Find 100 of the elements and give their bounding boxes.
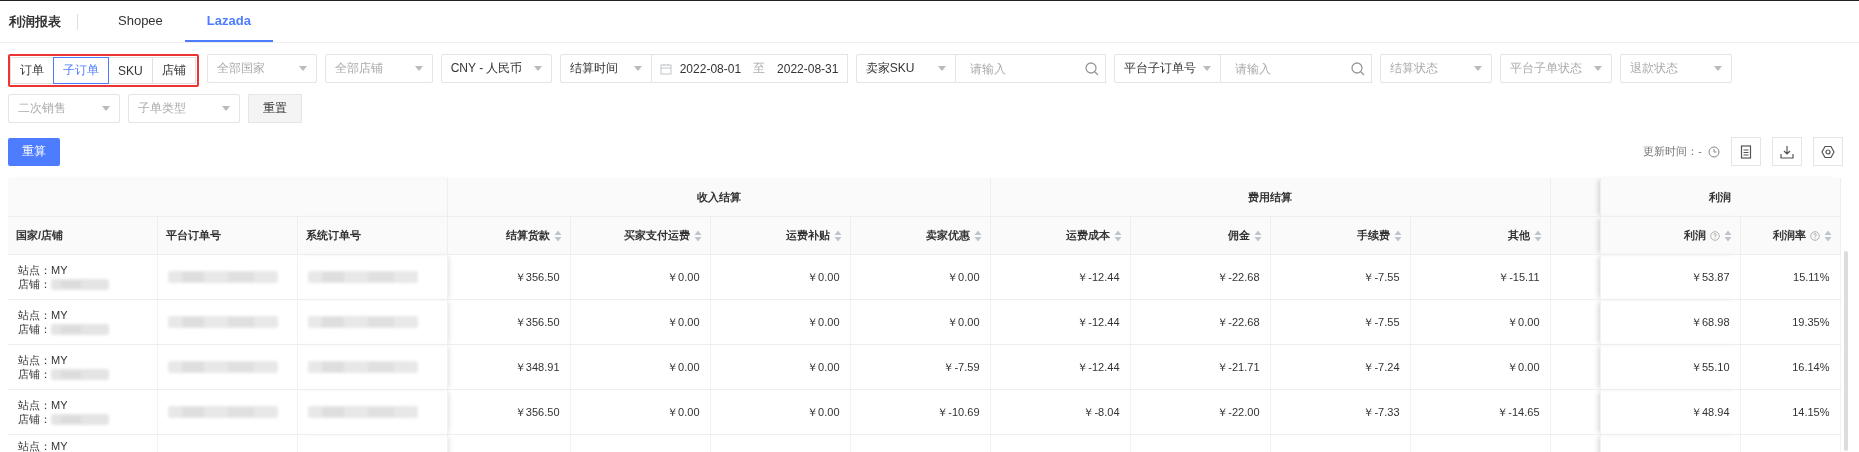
calendar-icon xyxy=(659,62,672,75)
view-toggle[interactable]: 订单 xyxy=(10,57,54,84)
table-cell: ￥348.91 xyxy=(514,360,560,373)
site-text: 站点：MY xyxy=(18,398,69,412)
dropdown[interactable]: 平台子订单号 xyxy=(1113,54,1221,83)
view-toggle[interactable]: 子订单 xyxy=(53,57,109,84)
table-cell: ￥-10.69 xyxy=(937,405,980,418)
clock-icon xyxy=(1708,145,1720,158)
store-label: 店铺： xyxy=(18,277,51,291)
table-cell: ￥-15.11 xyxy=(1498,270,1540,283)
view-toggle[interactable]: 店铺 xyxy=(151,57,196,84)
table-cell: ￥-21.71 xyxy=(1217,360,1260,373)
table-cell: ￥0.00 xyxy=(1507,360,1540,373)
settings-icon xyxy=(1821,144,1835,159)
table-cell: ￥0.00 xyxy=(807,405,840,418)
report-button[interactable] xyxy=(1731,137,1761,166)
table-cell: ￥-7.33 xyxy=(1363,405,1400,418)
caret-icon xyxy=(102,106,110,111)
column-header: 利润 xyxy=(1683,228,1706,243)
settings-button[interactable] xyxy=(1813,137,1843,166)
caret-icon xyxy=(533,66,542,71)
caret-icon xyxy=(937,66,946,71)
sort-icon[interactable] xyxy=(1533,229,1542,242)
sort-icon[interactable] xyxy=(1253,229,1262,242)
search-input[interactable]: 请输入 xyxy=(955,56,1085,81)
search-icon xyxy=(1084,61,1099,76)
sort-icon[interactable] xyxy=(1113,229,1122,242)
range-separator: 至 xyxy=(753,60,766,77)
site-text: 站点：MY xyxy=(18,263,69,277)
table-cell: ￥-7.24 xyxy=(1363,360,1400,373)
table-cell: ￥-22.68 xyxy=(1217,315,1260,328)
table-cell: ￥-14.65 xyxy=(1497,405,1540,418)
table-cell: ￥-12.44 xyxy=(1077,315,1120,328)
table-cell: 19.35% xyxy=(1792,316,1830,328)
table-cell: ￥0.00 xyxy=(667,360,700,373)
search-input[interactable]: 请输入 xyxy=(1220,56,1351,81)
search-field[interactable]: 请输入 xyxy=(1220,54,1372,83)
store-label: 店铺： xyxy=(18,367,51,381)
column-header: 运费成本 xyxy=(1065,228,1110,243)
table-cell: ￥-7.59 xyxy=(943,360,980,373)
caret-icon xyxy=(298,66,307,71)
sort-icon[interactable] xyxy=(693,229,702,242)
platform-tab[interactable]: Lazada xyxy=(184,1,273,42)
table-cell: ￥-22.00 xyxy=(1217,405,1260,418)
column-header: 运费补贴 xyxy=(785,228,830,243)
scrollbar[interactable] xyxy=(1844,251,1848,451)
sort-icon[interactable] xyxy=(973,229,982,242)
caret-icon xyxy=(222,106,230,111)
group-header: 费用结算 xyxy=(1248,190,1292,203)
dropdown[interactable]: CNY - 人民币 xyxy=(440,54,552,83)
sort-icon[interactable] xyxy=(553,229,562,242)
reset-button[interactable]: 重置 xyxy=(248,94,302,123)
table-cell: ￥-12.44 xyxy=(1077,360,1120,373)
column-header: 国家/店铺 xyxy=(16,228,64,243)
caret-icon xyxy=(633,66,642,71)
dropdown[interactable]: 结算时间 xyxy=(559,54,652,83)
sort-icon[interactable] xyxy=(1393,229,1402,242)
dropdown[interactable]: 卖家SKU xyxy=(855,54,956,83)
caret-icon xyxy=(1473,66,1482,71)
table-cell: ￥0.00 xyxy=(807,360,840,373)
table-cell: ￥356.50 xyxy=(514,405,560,418)
table-cell: ￥-7.55 xyxy=(1363,315,1400,328)
caret-icon xyxy=(1202,66,1211,71)
view-toggle[interactable]: SKU xyxy=(108,57,153,84)
table-cell: ￥-8.04 xyxy=(1083,405,1120,418)
table-cell: ￥0.00 xyxy=(667,405,700,418)
site-text: 站点：MY xyxy=(18,439,69,452)
download-icon xyxy=(1780,144,1794,159)
column-header: 系统订单号 xyxy=(305,228,361,243)
sort-icon[interactable] xyxy=(833,229,842,242)
group-header: 收入结算 xyxy=(696,190,741,203)
table-cell: 14.15% xyxy=(1792,406,1830,418)
table-cell: ￥0.00 xyxy=(807,315,840,328)
document-icon xyxy=(1740,144,1752,159)
table-cell: ￥-22.68 xyxy=(1217,270,1260,283)
caret-icon xyxy=(1593,66,1602,71)
column-header: 佣金 xyxy=(1227,228,1250,243)
page-title: 利润报表 xyxy=(9,12,61,31)
help-icon xyxy=(1809,230,1820,241)
update-time: 更新时间：- xyxy=(1643,144,1702,159)
date-range-field[interactable]: 2022-08-01 至 2022-08-31 xyxy=(651,54,848,83)
site-text: 站点：MY xyxy=(18,353,69,367)
table-cell: 15.11% xyxy=(1793,271,1830,283)
column-header: 利润率 xyxy=(1772,228,1806,243)
table-cell: ￥0.00 xyxy=(947,270,980,283)
store-label: 店铺： xyxy=(18,412,51,426)
table-cell: ￥53.87 xyxy=(1691,270,1730,283)
sort-icon[interactable] xyxy=(1723,229,1732,242)
table-cell: ￥68.98 xyxy=(1691,315,1730,328)
recalculate-button[interactable]: 重算 xyxy=(8,137,60,166)
sort-icon[interactable] xyxy=(1823,229,1832,242)
search-field[interactable]: 请输入 xyxy=(955,54,1106,83)
table-cell: ￥356.50 xyxy=(514,270,560,283)
group-header: 利润 xyxy=(1709,190,1731,203)
platform-tab[interactable]: Shopee xyxy=(96,1,185,42)
download-button[interactable] xyxy=(1772,137,1802,166)
table-cell: ￥0.00 xyxy=(667,315,700,328)
table-cell: ￥0.00 xyxy=(947,315,980,328)
table-cell: ￥0.00 xyxy=(807,270,840,283)
table-cell: ￥55.10 xyxy=(1691,360,1730,373)
